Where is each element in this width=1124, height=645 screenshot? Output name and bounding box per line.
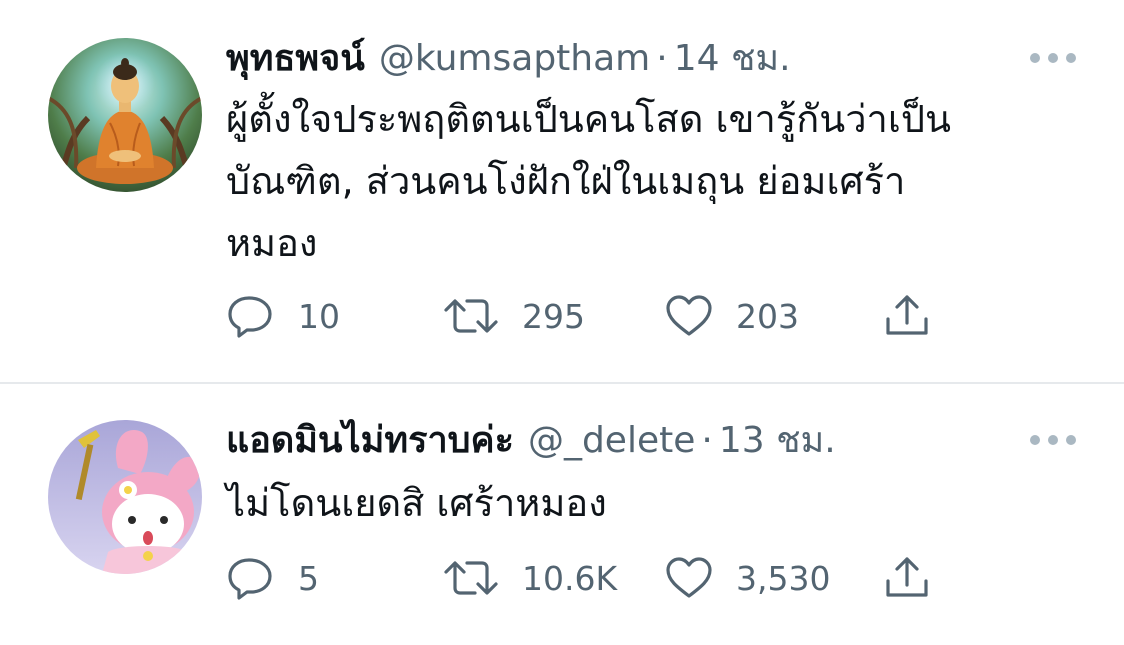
share-button[interactable] xyxy=(882,291,932,341)
display-name[interactable]: พุทธพจน์ xyxy=(226,34,365,84)
reply-button[interactable]: 5 xyxy=(226,553,319,603)
tweet-header: แอดมินไม่ทราบค่ะ @_delete · 13 ชม. xyxy=(226,416,836,466)
timestamp[interactable]: 13 ชม. xyxy=(719,416,836,466)
heart-icon xyxy=(666,557,712,598)
action-bar: 10 295 203 xyxy=(226,291,946,341)
tweet[interactable]: แอดมินไม่ทราบค่ะ @_delete · 13 ชม. ไม่โด… xyxy=(0,384,1124,645)
retweet-count: 10.6K xyxy=(522,558,618,598)
share-button[interactable] xyxy=(882,553,932,603)
tweet-text-line: ผู้ตั้งใจประพฤติตนเป็นคนโสด เขารู้กันว่า… xyxy=(226,97,951,141)
heart-icon xyxy=(666,295,712,336)
more-icon[interactable] xyxy=(1030,428,1076,452)
user-handle[interactable]: @kumsaptham xyxy=(379,34,650,84)
bunny-character-avatar-image xyxy=(48,420,202,574)
reply-icon xyxy=(228,296,272,338)
more-dot xyxy=(1048,53,1058,63)
timestamp[interactable]: 14 ชม. xyxy=(674,34,791,84)
more-dot xyxy=(1066,435,1076,445)
tweet-text-line: ไม่โดนเยดสิ เศร้าหมอง xyxy=(226,481,607,525)
retweet-icon xyxy=(444,299,498,333)
like-button[interactable]: 203 xyxy=(664,291,799,341)
share-icon xyxy=(886,557,928,597)
separator-dot: · xyxy=(656,38,668,79)
separator-dot: · xyxy=(701,420,713,461)
tweet-text-line: หมอง xyxy=(226,221,318,265)
reply-button[interactable]: 10 xyxy=(226,291,340,341)
retweet-button[interactable]: 10.6K xyxy=(442,553,617,603)
avatar[interactable] xyxy=(48,38,202,192)
avatar[interactable] xyxy=(48,420,202,574)
user-handle[interactable]: @_delete xyxy=(528,416,695,466)
more-dot xyxy=(1048,435,1058,445)
like-count: 3,530 xyxy=(736,558,831,598)
buddha-avatar-image xyxy=(48,38,202,192)
tweet-header: พุทธพจน์ @kumsaptham · 14 ชม. xyxy=(226,34,791,84)
reply-icon xyxy=(228,558,272,600)
more-dot xyxy=(1066,53,1076,63)
reply-count: 10 xyxy=(298,296,340,336)
display-name[interactable]: แอดมินไม่ทราบค่ะ xyxy=(226,416,514,466)
tweet-text: ผู้ตั้งใจประพฤติตนเป็นคนโสด เขารู้กันว่า… xyxy=(226,88,1086,274)
tweet-text: ไม่โดนเยดสิ เศร้าหมอง xyxy=(226,472,1086,534)
share-icon xyxy=(886,295,928,335)
like-button[interactable]: 3,530 xyxy=(664,553,830,603)
like-count: 203 xyxy=(736,296,799,336)
more-dot xyxy=(1030,53,1040,63)
tweet[interactable]: พุทธพจน์ @kumsaptham · 14 ชม. ผู้ตั้งใจป… xyxy=(0,0,1124,383)
reply-count: 5 xyxy=(298,558,319,598)
retweet-icon xyxy=(444,561,498,595)
tweet-text-line: บัณฑิต, ส่วนคนโง่ฝักใฝ่ในเมถุน ย่อมเศร้า xyxy=(226,159,906,203)
retweet-button[interactable]: 295 xyxy=(442,291,585,341)
more-icon[interactable] xyxy=(1030,46,1076,70)
more-dot xyxy=(1030,435,1040,445)
action-bar: 5 10.6K 3,530 xyxy=(226,553,946,603)
retweet-count: 295 xyxy=(522,296,585,336)
